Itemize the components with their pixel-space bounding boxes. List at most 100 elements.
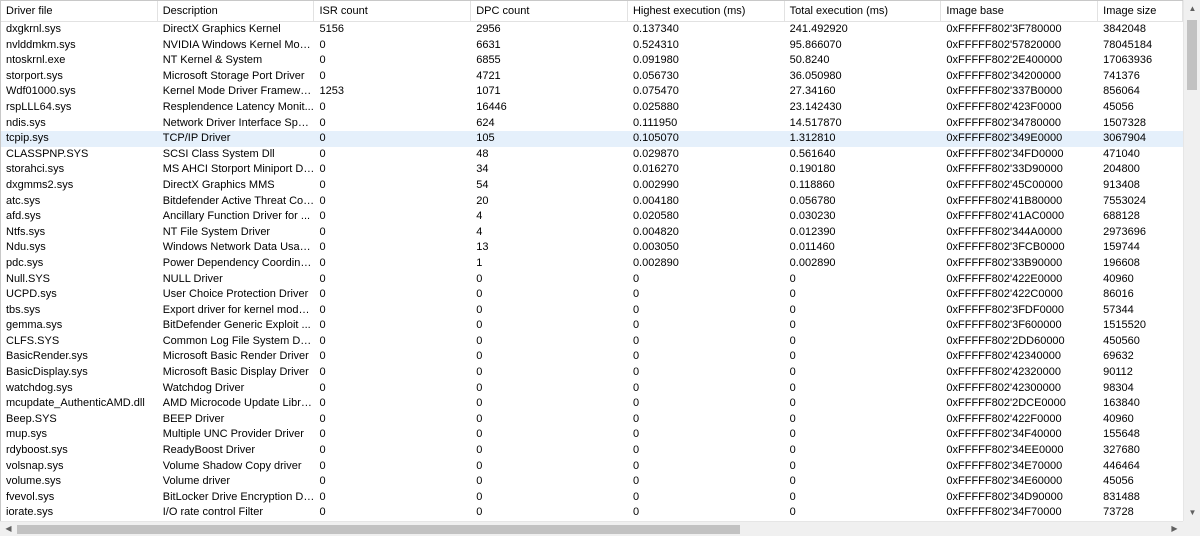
table-cell: 0 (789, 366, 796, 379)
table-cell: 0 (476, 288, 483, 301)
table-cell: 0 (476, 366, 483, 379)
table-row[interactable]: ntoskrnl.exe NT Kernel & System 0 6855 0.091… (1, 53, 1183, 69)
table-cell: 0.118860 (789, 178, 835, 191)
table-row[interactable]: watchdog.sys Watchdog Driver 0 0 0 0 0xFFFFF80… (1, 381, 1183, 397)
table-cell: 0.091980 (632, 54, 679, 67)
table-row[interactable]: UCPD.sys User Choice Protection Driver 0 0 0… (1, 287, 1183, 303)
table-cell: 3067904 (1103, 132, 1146, 145)
table-cell: 0 (319, 147, 326, 160)
table-cell: 241.492920 (789, 23, 848, 35)
table-cell: tcpip.sys (6, 132, 49, 145)
table-row[interactable]: pdc.sys Power Dependency Coordinat... 0 1 0.… (1, 256, 1183, 272)
table-row[interactable]: ndis.sys Network Driver Interface Speci..… (1, 116, 1183, 132)
column-header[interactable]: Image base (941, 1, 1099, 21)
table-cell: 0 (319, 241, 326, 254)
table-row[interactable]: storport.sys Microsoft Storage Port Drive… (1, 69, 1183, 85)
table-cell: 0 (789, 428, 796, 441)
table-cell: 0 (319, 506, 326, 519)
column-header[interactable]: Total execution (ms) (785, 1, 942, 21)
table-cell: Export driver for kernel mode ... (162, 303, 315, 316)
table-cell: 0 (789, 334, 796, 347)
column-header[interactable]: ISR count (314, 1, 472, 21)
table-row[interactable]: rdyboost.sys ReadyBoost Driver 0 0 0 0 0xFFFFF… (1, 443, 1183, 459)
column-header[interactable]: Description (158, 1, 315, 21)
table-cell: 0 (476, 506, 483, 519)
table-cell: 0 (319, 116, 326, 129)
table-row[interactable]: gemma.sys BitDefender Generic Exploit ...… (1, 318, 1183, 334)
table-cell: 0 (319, 132, 326, 145)
table-cell: 0.004180 (632, 194, 679, 207)
table-row[interactable]: BasicDisplay.sys Microsoft Basic Display … (1, 365, 1183, 381)
table-cell: 45056 (1103, 100, 1134, 113)
scroll-right-icon[interactable]: ▶ (1166, 521, 1183, 536)
table-cell: 0xFFFFF802'42340000 (946, 350, 1062, 363)
table-cell: 0xFFFFF802'41B80000 (946, 194, 1063, 207)
table-row[interactable]: atc.sys Bitdefender Active Threat Cont...… (1, 194, 1183, 210)
horizontal-scroll-thumb[interactable] (17, 525, 740, 534)
table-cell: 0xFFFFF802'42300000 (946, 381, 1062, 394)
scroll-up-icon[interactable]: ▲ (1184, 0, 1200, 17)
table-row[interactable]: CLASSPNP.SYS SCSI Class System Dll 0 48 0.02… (1, 147, 1183, 163)
table-row[interactable]: Null.SYS NULL Driver 0 0 0 0 0xFFFFF802'422E00… (1, 272, 1183, 288)
table-row[interactable]: dxgkrnl.sys DirectX Graphics Kernel 5156 29… (1, 22, 1183, 38)
table-row[interactable]: Ndu.sys Windows Network Data Usag... 0 13 0.… (1, 240, 1183, 256)
table-row[interactable]: volsnap.sys Volume Shadow Copy driver 0 0 0 0… (1, 459, 1183, 475)
table-cell: 0 (632, 444, 640, 457)
table-row[interactable]: Beep.SYS BEEP Driver 0 0 0 0 0xFFFFF802'422F00… (1, 412, 1183, 428)
column-header[interactable]: Image size (1098, 1, 1183, 21)
scroll-down-icon[interactable]: ▼ (1184, 504, 1200, 521)
table-row[interactable]: afd.sys Ancillary Function Driver for ...… (1, 209, 1183, 225)
table-cell: Common Log File System Dri... (162, 334, 315, 347)
column-header[interactable]: Driver file (1, 1, 158, 21)
table-cell: 45056 (1103, 475, 1134, 488)
table-cell: 0 (319, 256, 326, 269)
table-cell: mcupdate_AuthenticAMD.dll (6, 397, 145, 410)
table-row[interactable]: nvlddmkm.sys NVIDIA Windows Kernel Mod...… (1, 38, 1183, 54)
table-cell: 0xFFFFF802'2DCE0000 (946, 397, 1066, 410)
table-cell: 0 (319, 428, 326, 441)
table-cell: tbs.sys (6, 303, 41, 316)
table-cell: 0 (319, 100, 326, 113)
table-row[interactable]: fvevol.sys BitLocker Drive Encryption Dri… (1, 490, 1183, 506)
table-cell: 0 (319, 225, 326, 238)
table-row[interactable]: mcupdate_AuthenticAMD.dll AMD Microcode U… (1, 396, 1183, 412)
table-cell: 50.8240 (789, 54, 830, 67)
table-cell: 0xFFFFF802'34E70000 (946, 459, 1063, 472)
table-cell: 0 (632, 381, 640, 394)
table-cell: Watchdog Driver (162, 381, 245, 394)
table-cell: Wdf01000.sys (6, 85, 76, 98)
table-cell: 0 (319, 397, 326, 410)
table-row[interactable]: volume.sys Volume driver 0 0 0 0 0xFFFFF802'34… (1, 474, 1183, 490)
table-cell: 471040 (1103, 147, 1140, 160)
table-row[interactable]: iorate.sys I/O rate control Filter 0 0 0 0 0xF… (1, 505, 1183, 521)
table-cell: 0 (789, 303, 796, 316)
vertical-scroll-thumb[interactable] (1187, 20, 1197, 90)
table-cell: 0 (319, 210, 326, 223)
table-cell: BasicRender.sys (6, 350, 88, 363)
table-row[interactable]: Ntfs.sys NT File System Driver 0 4 0.004820 0… (1, 225, 1183, 241)
table-row[interactable]: CLFS.SYS Common Log File System Dri... 0 0 0… (1, 334, 1183, 350)
table-cell: Microsoft Storage Port Driver (162, 69, 305, 82)
table-cell: SCSI Class System Dll (162, 147, 275, 160)
table-cell: 6631 (476, 38, 501, 51)
table-row[interactable]: dxgmms2.sys DirectX Graphics MMS 0 54 0.0029… (1, 178, 1183, 194)
table-row[interactable]: tbs.sys Export driver for kernel mode ...… (1, 303, 1183, 319)
column-header[interactable]: DPC count (471, 1, 628, 21)
table-row[interactable]: BasicRender.sys Microsoft Basic Render Dr… (1, 349, 1183, 365)
table-cell: 7553024 (1103, 194, 1146, 207)
vertical-scrollbar[interactable]: ▲ ▼ (1183, 0, 1200, 521)
table-cell: 0 (476, 381, 483, 394)
table-cell: 0 (319, 288, 326, 301)
table-cell: 856064 (1103, 85, 1140, 98)
scroll-left-icon[interactable]: ◀ (0, 521, 17, 536)
horizontal-scrollbar[interactable]: ◀ ▶ (0, 521, 1183, 536)
table-cell: 4 (476, 210, 483, 223)
table-row[interactable]: Wdf01000.sys Kernel Mode Driver Framewor.… (1, 84, 1183, 100)
table-cell: User Choice Protection Driver (162, 288, 309, 301)
table-row[interactable]: storahci.sys MS AHCI Storport Miniport Dr… (1, 162, 1183, 178)
table-row[interactable]: rspLLL64.sys Resplendence Latency Monit..… (1, 100, 1183, 116)
column-header[interactable]: Highest execution (ms) (628, 1, 785, 21)
table-row[interactable]: mup.sys Multiple UNC Provider Driver 0 0 0 0 0… (1, 427, 1183, 443)
table-cell: 0.190180 (789, 163, 836, 176)
table-row[interactable]: tcpip.sys TCP/IP Driver 0 105 0.105070 1.3128… (1, 131, 1183, 147)
